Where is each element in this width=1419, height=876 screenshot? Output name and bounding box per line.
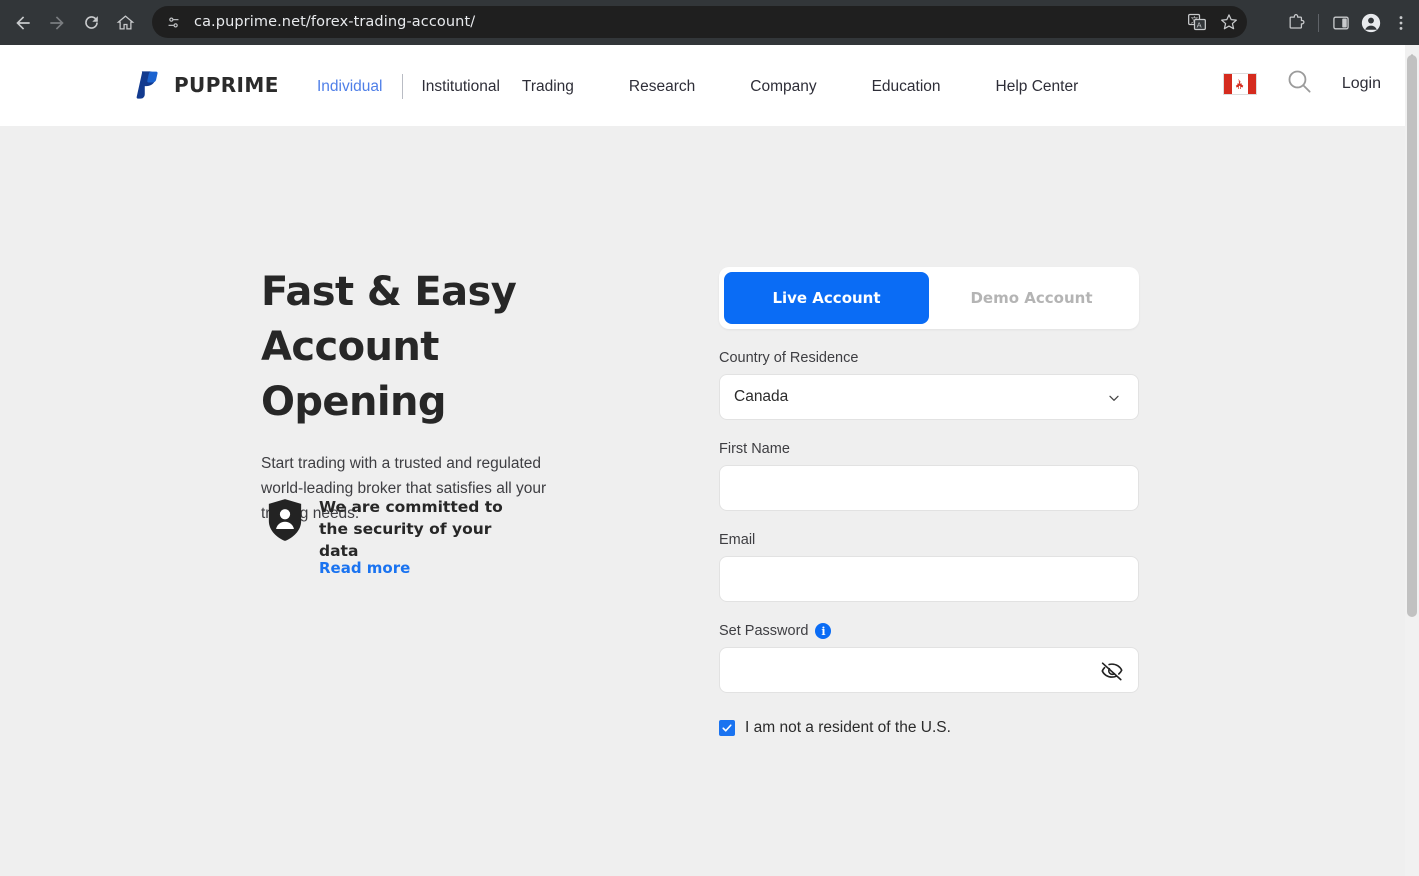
omnibox-actions: 文 A bbox=[1183, 9, 1243, 35]
page-title-line1: Fast & Easy bbox=[261, 269, 517, 315]
browser-toolbar: ca.puprime.net/forex-trading-account/ 文 … bbox=[0, 0, 1419, 45]
security-badge: We are committed to the security of your… bbox=[266, 496, 519, 562]
header-right-actions: Login bbox=[1222, 67, 1381, 101]
first-name-field: First Name bbox=[719, 441, 1139, 511]
residency-checkbox-row[interactable]: I am not a resident of the U.S. bbox=[719, 719, 1139, 737]
toolbar-divider bbox=[1318, 13, 1319, 32]
password-input-wrap[interactable] bbox=[719, 647, 1139, 693]
email-label: Email bbox=[719, 532, 756, 548]
nav-item-individual[interactable]: Individual bbox=[317, 78, 383, 96]
three-dot-menu-icon[interactable] bbox=[1387, 10, 1415, 36]
account-type-tabs: Live Account Demo Account bbox=[719, 267, 1139, 329]
main-navigation: Individual Institutional Trading Researc… bbox=[317, 74, 1078, 99]
security-text: We are committed to the security of your… bbox=[319, 498, 503, 560]
translate-icon[interactable]: 文 A bbox=[1183, 9, 1211, 35]
email-input-wrap[interactable] bbox=[719, 556, 1139, 602]
main-content: Fast & Easy Account Opening Start tradin… bbox=[0, 126, 1405, 876]
hero-section: Fast & Easy Account Opening Start tradin… bbox=[261, 265, 621, 526]
address-bar[interactable]: ca.puprime.net/forex-trading-account/ 文 … bbox=[152, 6, 1247, 38]
profile-avatar-icon[interactable] bbox=[1357, 10, 1385, 36]
nav-item-institutional[interactable]: Institutional bbox=[422, 78, 500, 96]
site-settings-icon[interactable] bbox=[162, 11, 184, 33]
password-label-row: Set Password i bbox=[719, 623, 1139, 639]
forward-arrow-icon bbox=[50, 15, 64, 30]
back-arrow-icon bbox=[16, 15, 30, 30]
email-field: Email bbox=[719, 532, 1139, 602]
address-bar-url: ca.puprime.net/forex-trading-account/ bbox=[194, 14, 476, 30]
nav-item-help-center[interactable]: Help Center bbox=[996, 78, 1079, 96]
home-icon bbox=[116, 15, 134, 30]
reload-icon bbox=[84, 16, 98, 29]
login-link[interactable]: Login bbox=[1342, 75, 1381, 93]
search-icon[interactable] bbox=[1285, 67, 1314, 101]
web-page: PUPRIME Individual Institutional Trading… bbox=[0, 45, 1419, 876]
svg-text:A: A bbox=[1197, 21, 1202, 30]
info-icon[interactable]: i bbox=[815, 623, 832, 639]
tab-demo-account[interactable]: Demo Account bbox=[929, 272, 1134, 324]
password-label: Set Password bbox=[719, 623, 809, 639]
eye-off-icon[interactable] bbox=[1100, 659, 1124, 688]
page-scrollbar[interactable] bbox=[1405, 45, 1419, 876]
scrollbar-thumb[interactable] bbox=[1407, 55, 1417, 617]
home-button[interactable] bbox=[108, 6, 142, 40]
logo-text: PUPRIME bbox=[174, 73, 279, 97]
shield-person-icon bbox=[268, 499, 302, 541]
forward-button[interactable] bbox=[40, 6, 74, 40]
password-field: Set Password i bbox=[719, 623, 1139, 693]
first-name-input[interactable] bbox=[734, 466, 1124, 510]
page-title: Fast & Easy Account Opening bbox=[261, 265, 621, 430]
country-select[interactable]: Canada bbox=[719, 374, 1139, 420]
tab-live-account[interactable]: Live Account bbox=[724, 272, 929, 324]
extensions-puzzle-icon[interactable] bbox=[1282, 10, 1310, 36]
nav-item-company[interactable]: Company bbox=[750, 78, 816, 96]
nav-divider bbox=[401, 74, 403, 99]
residency-checkbox-label: I am not a resident of the U.S. bbox=[745, 719, 951, 736]
page-title-line2: Account Opening bbox=[261, 324, 446, 425]
country-selected-value: Canada bbox=[734, 388, 789, 405]
canada-flag-icon[interactable] bbox=[1222, 73, 1257, 95]
nav-item-education[interactable]: Education bbox=[872, 78, 941, 96]
back-button[interactable] bbox=[6, 6, 40, 40]
email-input[interactable] bbox=[734, 557, 1124, 601]
nav-item-trading[interactable]: Trading bbox=[522, 78, 574, 96]
country-field: Country of Residence Canada bbox=[719, 350, 1139, 420]
side-panel-icon[interactable] bbox=[1327, 10, 1355, 36]
browser-nav-buttons bbox=[0, 6, 142, 40]
chevron-down-icon bbox=[1106, 390, 1122, 411]
first-name-input-wrap[interactable] bbox=[719, 465, 1139, 511]
first-name-label: First Name bbox=[719, 441, 790, 457]
browser-toolbar-right bbox=[1282, 0, 1415, 45]
country-label: Country of Residence bbox=[719, 350, 859, 366]
nav-item-research[interactable]: Research bbox=[629, 78, 695, 96]
star-icon[interactable] bbox=[1215, 9, 1243, 35]
read-more-link[interactable]: Read more bbox=[319, 559, 410, 577]
reload-button[interactable] bbox=[74, 6, 108, 40]
residency-checkbox[interactable] bbox=[719, 720, 735, 736]
signup-form: Live Account Demo Account Country of Res… bbox=[719, 267, 1139, 737]
password-input[interactable] bbox=[734, 648, 1124, 692]
puprime-logo-icon bbox=[136, 71, 158, 99]
check-icon bbox=[722, 724, 732, 732]
brand-logo[interactable]: PUPRIME bbox=[131, 68, 279, 102]
site-header: PUPRIME Individual Institutional Trading… bbox=[0, 45, 1405, 126]
